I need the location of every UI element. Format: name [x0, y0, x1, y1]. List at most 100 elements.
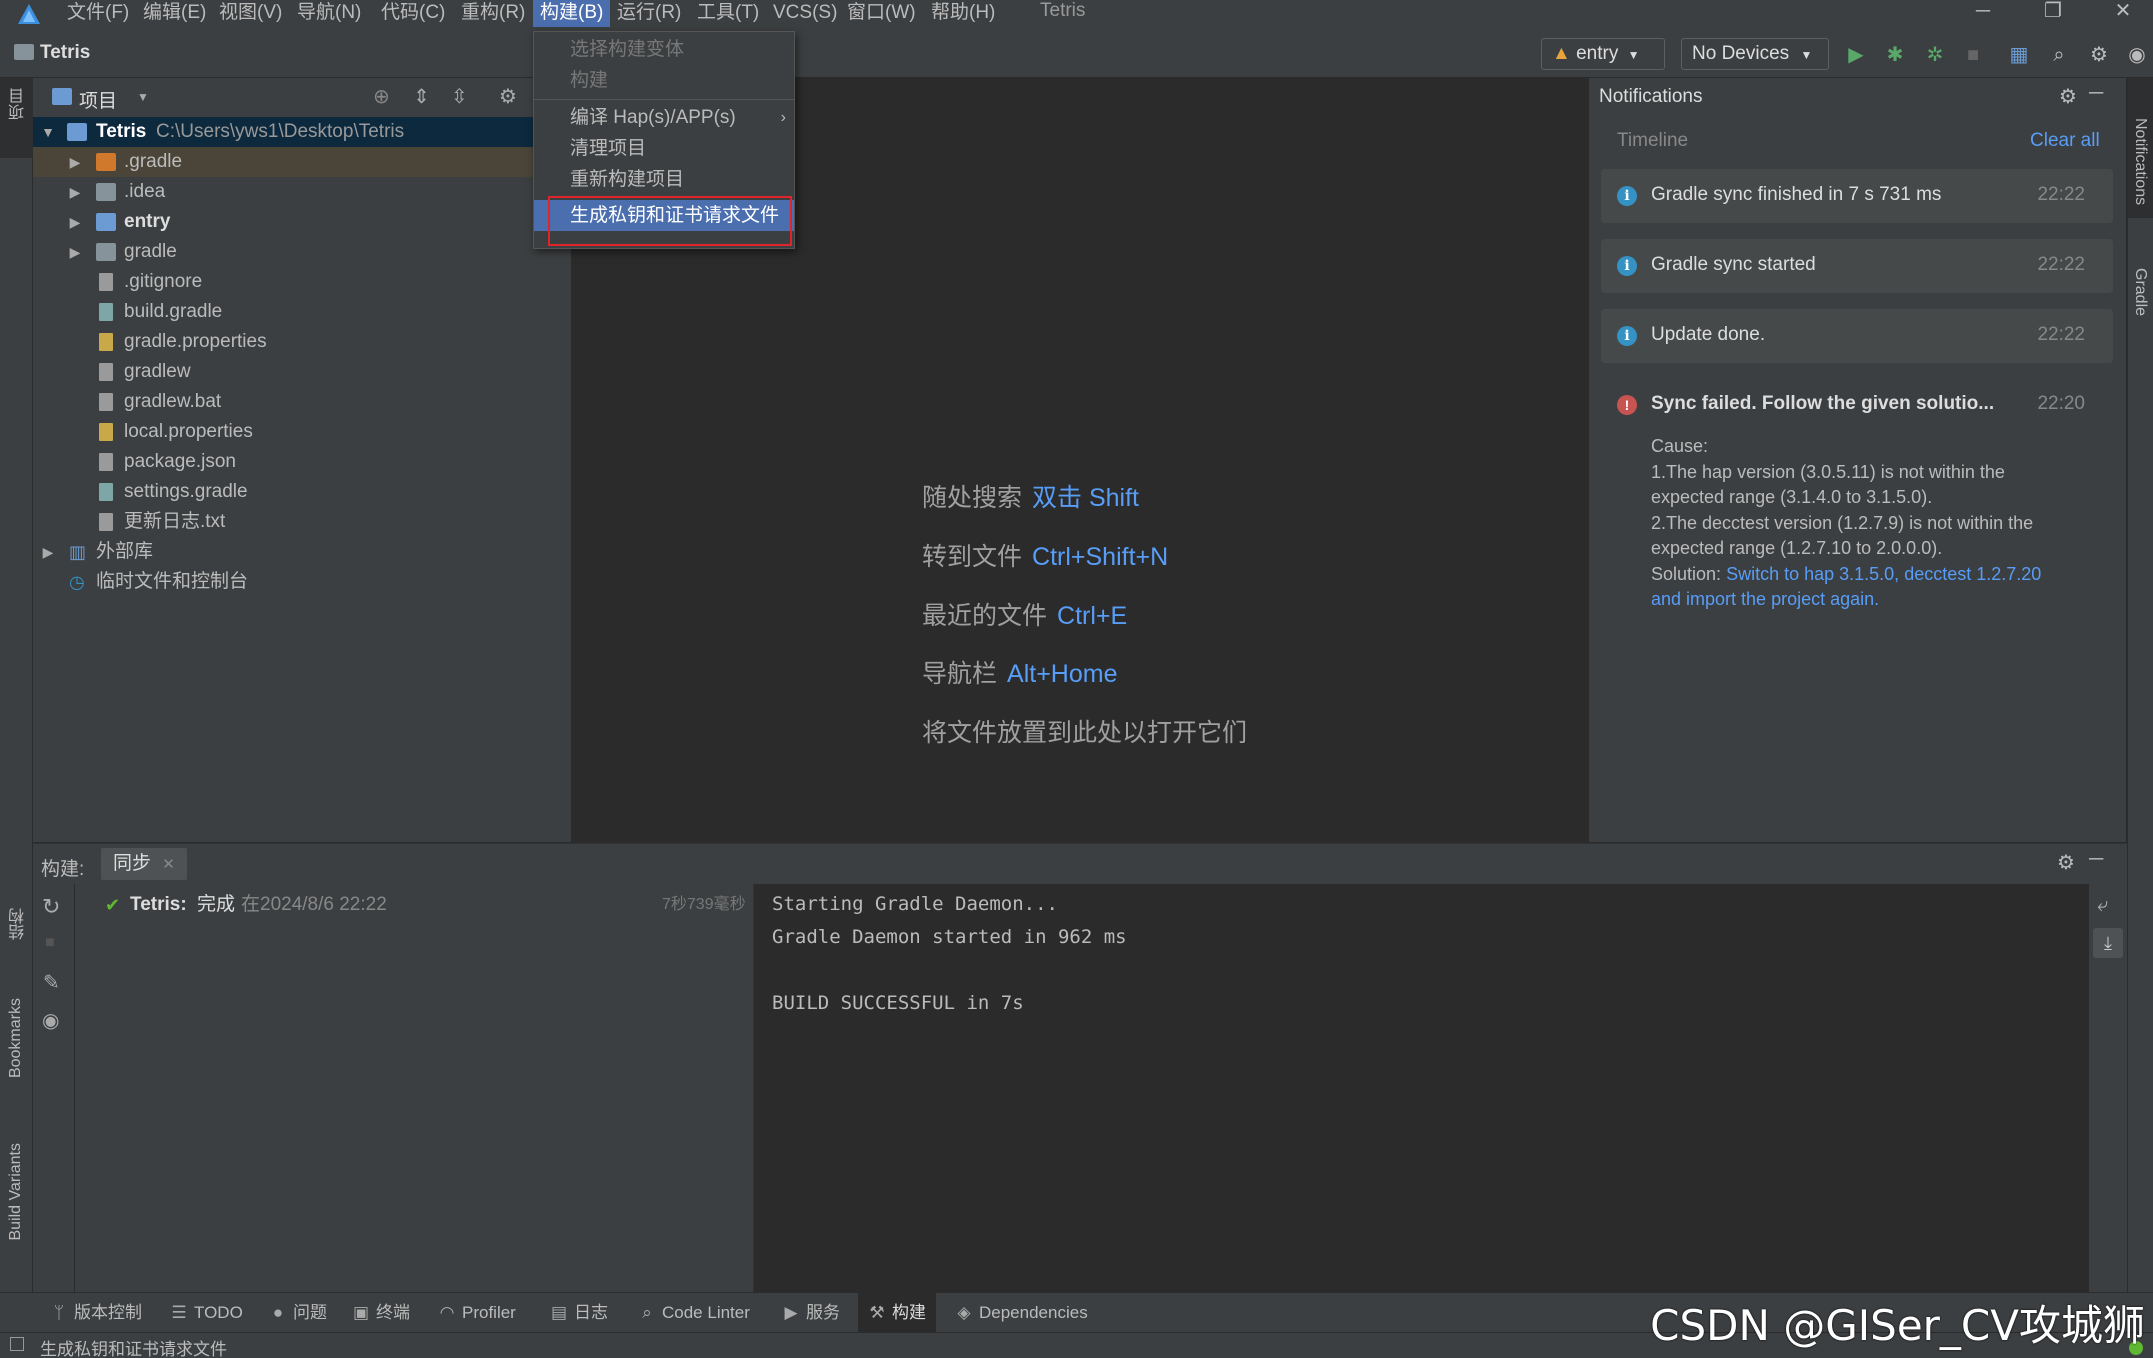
locate-icon[interactable]: ⊕ [373, 84, 390, 109]
menu-refactor[interactable]: 重构(R) [454, 0, 532, 27]
menu-item-clean-project[interactable]: 清理项目 [534, 133, 794, 164]
notification-item[interactable]: i Gradle sync started 22:22 [1601, 239, 2113, 293]
chevron-right-icon[interactable]: ▶ [66, 237, 84, 267]
breadcrumb[interactable]: Tetris [14, 42, 90, 64]
menu-item-build[interactable]: 构建 [534, 65, 794, 96]
menu-item-select-build-variant[interactable]: 选择构建变体 [534, 34, 794, 65]
settings-gear-icon[interactable]: ⚙ [2086, 42, 2112, 68]
settings-gear-icon[interactable]: ⚙ [2057, 850, 2075, 875]
tree-item[interactable]: .gitignore [33, 267, 571, 297]
hide-panel-icon[interactable]: ─ [2089, 848, 2103, 871]
chevron-right-icon[interactable]: ▶ [66, 177, 84, 207]
settings-gear-icon[interactable]: ⚙ [499, 84, 517, 109]
project-folder-icon [14, 44, 34, 60]
status-square-icon[interactable] [10, 1337, 24, 1351]
chevron-right-icon[interactable]: ▶ [66, 207, 84, 237]
pin-icon[interactable]: ✎ [43, 970, 60, 995]
rerun-icon[interactable]: ↻ [42, 894, 60, 920]
settings-gear-icon[interactable]: ⚙ [2059, 84, 2077, 109]
expand-all-icon[interactable]: ⇕ [413, 84, 430, 109]
menu-window[interactable]: 窗口(W) [840, 0, 923, 27]
stop-icon[interactable]: ■ [1960, 42, 1986, 68]
build-variants-tool-label[interactable]: Build Variants [7, 1143, 25, 1241]
search-icon[interactable]: ⌕ [2046, 42, 2072, 68]
tab-version-control[interactable]: ᛘ 版本控制 [40, 1293, 152, 1333]
build-console[interactable]: Starting Gradle Daemon... Gradle Daemon … [753, 884, 2089, 1293]
notification-item[interactable]: i Gradle sync finished in 7 s 731 ms 22:… [1601, 169, 2113, 223]
error-title: Sync failed. Follow the given solutio... [1651, 393, 1995, 414]
bookmarks-tool-label[interactable]: Bookmarks [7, 998, 25, 1078]
menu-edit[interactable]: 编辑(E) [136, 0, 213, 27]
tree-item[interactable]: gradle.properties [33, 327, 571, 357]
run-config-select[interactable]: ▲ entry ▼ [1541, 38, 1665, 70]
tree-item-external-libs[interactable]: ▶ ▥ 外部库 [33, 537, 571, 567]
tree-item[interactable]: gradlew [33, 357, 571, 387]
soft-wrap-icon[interactable]: ⤶ [2097, 894, 2108, 917]
menu-help[interactable]: 帮助(H) [924, 0, 1002, 27]
tab-code-linter[interactable]: ⌕ Code Linter [628, 1293, 760, 1333]
tab-todo[interactable]: ☰ TODO [160, 1293, 253, 1333]
close-window-button[interactable]: ✕ [2093, 0, 2153, 24]
menu-file[interactable]: 文件(F) [60, 0, 136, 27]
account-icon[interactable]: ◉ [2124, 42, 2150, 68]
menu-tools[interactable]: 工具(T) [690, 0, 766, 27]
tree-item[interactable]: ▶ .idea [33, 177, 571, 207]
tab-sync[interactable]: 同步 ✕ [101, 848, 187, 880]
tab-dependencies[interactable]: ◈ Dependencies [945, 1293, 1098, 1333]
hide-panel-icon[interactable]: ─ [2089, 82, 2103, 105]
gradle-tool-label[interactable]: Gradle [2131, 268, 2149, 316]
solution-link[interactable]: Switch to hap 3.1.5.0, decctest 1.2.7.20 [1726, 564, 2041, 584]
build-task-row[interactable]: ✔ Tetris: 完成 在2024/8/6 22:22 7秒739毫秒 [75, 890, 753, 920]
menu-run[interactable]: 运行(R) [610, 0, 688, 27]
run-icon[interactable]: ▶ [1843, 42, 1869, 68]
chevron-right-icon[interactable]: ▶ [39, 537, 57, 567]
solution-link-cont[interactable]: and import the project again. [1651, 587, 2101, 613]
close-icon[interactable]: ✕ [162, 856, 175, 873]
project-tool-button[interactable]: 项目 [0, 78, 33, 158]
attach-debugger-icon[interactable]: ✲ [1922, 42, 1948, 68]
tab-log[interactable]: ▤ 日志 [540, 1293, 618, 1333]
structure-tool-label[interactable]: 结构 [7, 908, 31, 940]
chevron-down-icon[interactable]: ▼ [39, 117, 57, 147]
collapse-all-icon[interactable]: ⇳ [451, 84, 468, 109]
device-select[interactable]: No Devices ▼ [1681, 38, 1829, 70]
solution-label: Solution: [1651, 563, 1722, 584]
menu-view[interactable]: 视图(V) [212, 0, 289, 27]
menu-item-rebuild-project[interactable]: 重新构建项目 [534, 164, 794, 195]
chevron-down-icon[interactable]: ▼ [137, 90, 149, 104]
tree-item[interactable]: ▶ entry [33, 207, 571, 237]
tab-services[interactable]: ▶ 服务 [772, 1293, 850, 1333]
tree-item[interactable]: settings.gradle [33, 477, 571, 507]
project-view-title[interactable]: 项目 [79, 86, 117, 113]
scroll-to-end-icon[interactable]: ⤓ [2093, 928, 2123, 958]
tree-item-scratches[interactable]: ◷ 临时文件和控制台 [33, 567, 571, 597]
tab-profiler[interactable]: ◠ Profiler [428, 1293, 526, 1333]
project-structure-icon[interactable]: ▦ [2006, 42, 2032, 68]
clear-all-link[interactable]: Clear all [2030, 130, 2100, 152]
tree-root[interactable]: ▼ Tetris C:\Users\yws1\Desktop\Tetris [33, 117, 571, 147]
tab-problems[interactable]: ● 问题 [259, 1293, 337, 1333]
menu-build[interactable]: 构建(B) [533, 0, 611, 27]
notification-item[interactable]: i Update done. 22:22 [1601, 309, 2113, 363]
menu-code[interactable]: 代码(C) [374, 0, 452, 27]
stop-icon[interactable]: ■ [45, 934, 55, 952]
tab-build[interactable]: ⚒ 构建 [858, 1293, 936, 1333]
eye-icon[interactable]: ◉ [42, 1008, 59, 1033]
restore-button[interactable]: ❐ [2023, 0, 2083, 24]
error-notification[interactable]: ! Sync failed. Follow the given solutio.… [1601, 378, 2113, 698]
menu-item-compile-hap[interactable]: 编译 Hap(s)/APP(s) › [534, 102, 794, 133]
debug-icon[interactable]: ✱ [1882, 42, 1908, 68]
notifications-tool-button[interactable]: Notifications [2128, 78, 2153, 218]
tree-item[interactable]: ▶ .gradle [33, 147, 571, 177]
tree-item[interactable]: package.json [33, 447, 571, 477]
tree-item[interactable]: build.gradle [33, 297, 571, 327]
tree-item[interactable]: ▶ gradle [33, 237, 571, 267]
tree-item[interactable]: 更新日志.txt [33, 507, 571, 537]
menu-vcs[interactable]: VCS(S) [766, 0, 844, 27]
minimize-button[interactable]: ─ [1953, 0, 2013, 24]
tree-item[interactable]: gradlew.bat [33, 387, 571, 417]
menu-navigate[interactable]: 导航(N) [290, 0, 368, 27]
tree-item[interactable]: local.properties [33, 417, 571, 447]
tab-terminal[interactable]: ▣ 终端 [342, 1293, 420, 1333]
chevron-right-icon[interactable]: ▶ [66, 147, 84, 177]
